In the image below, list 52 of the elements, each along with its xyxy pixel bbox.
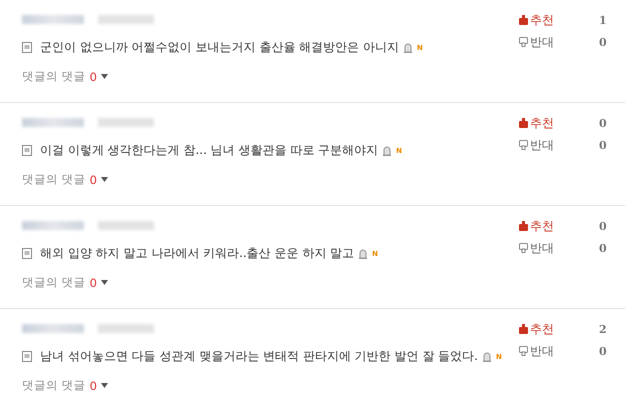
thumbs-down-icon <box>519 346 528 356</box>
downvote-button[interactable]: 반대 <box>519 34 599 50</box>
reply-toggle[interactable]: 댓글의 댓글 0 <box>22 172 108 187</box>
blurred-username <box>22 324 84 332</box>
comment-text: 이걸 이렇게 생각한다는게 참... 님녀 생활관을 따로 구분해야지 <box>40 142 378 159</box>
upvote-count: 1 <box>599 14 607 26</box>
upvote-button[interactable]: 추천 <box>519 12 599 28</box>
blurred-date <box>98 14 154 24</box>
upvote-button[interactable]: 추천 <box>519 218 599 234</box>
thumbs-up-icon <box>519 15 528 25</box>
downvote-count: 0 <box>599 344 607 358</box>
report-icon[interactable] <box>382 146 392 156</box>
comment-text: 군인이 없으니까 어쩔수없이 보내는거지 출산율 해결방안은 아니지 <box>40 39 399 56</box>
comment-text: 해외 입양 하지 말고 나라에서 키워라..출산 운운 하지 말고 <box>40 245 354 262</box>
thumbs-down-icon <box>519 243 528 253</box>
document-icon <box>22 42 32 53</box>
blurred-username <box>22 118 84 126</box>
blurred-date <box>98 220 154 230</box>
blurred-username <box>22 14 84 24</box>
comment-text: 남녀 섞어놓으면 다들 성관계 맺을거라는 변태적 판타지에 기반한 발언 잘 들었다. <box>40 348 478 365</box>
thumbs-up-icon <box>519 221 528 231</box>
reply-toggle[interactable]: 댓글의 댓글 0 <box>22 275 108 290</box>
reply-toggle[interactable]: 댓글의 댓글 0 <box>22 378 108 393</box>
report-icon[interactable] <box>482 352 492 362</box>
downvote-count: 0 <box>599 138 607 152</box>
upvote-button[interactable]: 추천 <box>519 320 599 338</box>
blurred-date <box>98 324 154 332</box>
report-icon[interactable] <box>358 248 368 258</box>
downvote-count: 0 <box>599 242 607 254</box>
thumbs-up-icon <box>519 324 528 334</box>
upvote-button[interactable]: 추천 <box>519 114 599 132</box>
document-icon <box>22 351 32 362</box>
upvote-count: 2 <box>599 322 607 336</box>
downvote-button[interactable]: 반대 <box>519 342 599 360</box>
thumbs-up-icon <box>519 118 528 128</box>
caret-icon <box>100 177 108 182</box>
reply-toggle[interactable]: 댓글의 댓글 0 <box>22 69 108 84</box>
blurred-username <box>22 220 84 230</box>
downvote-button[interactable]: 반대 <box>519 136 599 154</box>
document-icon <box>22 248 32 259</box>
document-icon <box>22 145 32 156</box>
report-icon[interactable] <box>402 42 413 52</box>
upvote-count: 0 <box>599 220 607 232</box>
caret-icon <box>100 280 108 285</box>
downvote-button[interactable]: 반대 <box>519 240 599 256</box>
downvote-count: 0 <box>599 36 607 48</box>
blurred-date <box>98 118 154 126</box>
thumbs-down-icon <box>519 37 528 47</box>
thumbs-down-icon <box>519 140 528 150</box>
upvote-count: 0 <box>599 116 607 130</box>
caret-icon <box>100 383 108 388</box>
caret-icon <box>100 74 108 79</box>
